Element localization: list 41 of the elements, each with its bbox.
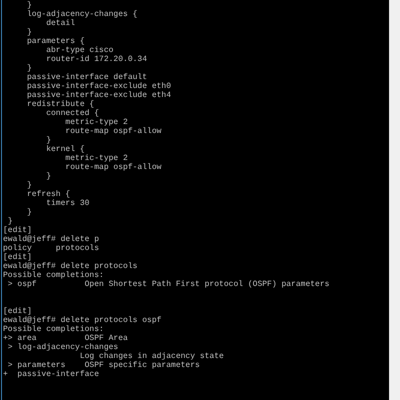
terminal-line: connected { [45, 109, 100, 118]
terminal-line: refresh { [26, 190, 72, 199]
terminal-line: ewald@jeff# delete protocols [3, 262, 138, 271]
terminal-line: > log-adjacency-changes [6, 343, 120, 352]
terminal-line: metric-type 2 [64, 154, 129, 163]
terminal-line: +> area OSPF Area [3, 334, 129, 343]
terminal-line: passive-interface-exclude eth0 [26, 82, 172, 91]
terminal-line: } [6, 217, 14, 226]
terminal-line: timers 30 [45, 199, 90, 208]
terminal-line: detail [45, 19, 76, 28]
terminal-line: Possible completions: [3, 271, 105, 280]
terminal-line: [edit] [3, 307, 33, 316]
terminal-line: > ospf Open Shortest Path First protocol (OSPF) parameters [6, 280, 330, 289]
scrollbar[interactable] [389, 0, 400, 400]
terminal-line: } [26, 208, 33, 217]
terminal-line: [edit] [3, 226, 33, 235]
terminal-line: ewald@jeff# delete protocols ospf [3, 316, 162, 325]
terminal-line: router-id 172.20.0.34 [45, 55, 148, 64]
terminal-line: log-adjacency-changes { [26, 10, 138, 19]
terminal-line: redistribute { [26, 100, 96, 109]
terminal-line: ewald@jeff# delete p [3, 235, 100, 244]
terminal-line: passive-interface default [26, 73, 148, 82]
terminal-line: route-map ospf-allow [64, 163, 162, 172]
terminal-line: route-map ospf-allow [64, 127, 162, 136]
terminal-line: abr-type cisco [45, 46, 114, 55]
terminal-line: kernel { [45, 145, 86, 154]
terminal-line: > parameters OSPF specific parameters [6, 361, 201, 370]
terminal-line: metric-type 2 [64, 118, 129, 127]
terminal-line: parameters { [26, 37, 86, 46]
terminal-line: } [45, 172, 52, 181]
terminal-line: } [26, 28, 33, 37]
terminal-line: } [26, 1, 33, 10]
terminal-line: + passive-interface [3, 370, 100, 379]
terminal-line: Possible completions: [3, 325, 105, 334]
terminal-line: } [26, 181, 33, 190]
terminal-line: } [45, 136, 52, 145]
terminal-line: Log changes in adjacency state [78, 352, 225, 361]
terminal-line: [edit] [3, 253, 33, 262]
terminal-line: policy protocols [3, 244, 100, 253]
terminal-line: passive-interface-exclude eth4 [26, 91, 172, 100]
terminal-line: } [26, 64, 33, 73]
